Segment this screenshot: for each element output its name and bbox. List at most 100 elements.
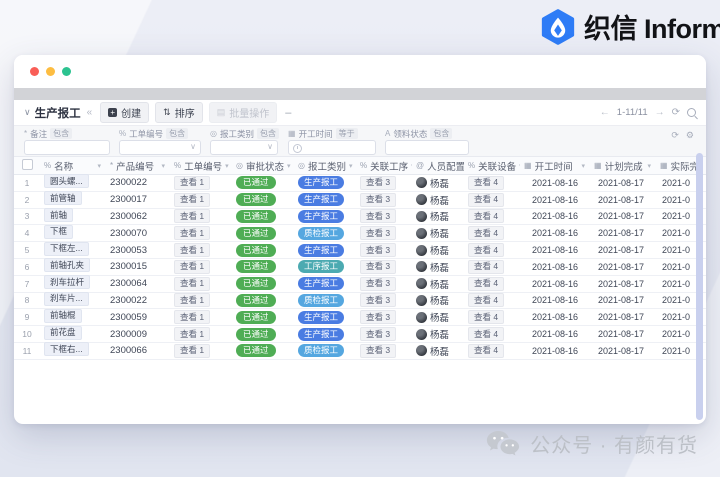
view-workorder-button[interactable]: 查看 1 xyxy=(174,226,211,241)
view-process-button[interactable]: 查看 3 xyxy=(360,259,397,274)
filter-input[interactable]: ∨ xyxy=(288,140,376,155)
view-equipment-button[interactable]: 查看 4 xyxy=(468,209,505,224)
chevron-down-icon[interactable]: ▾ xyxy=(225,162,229,170)
filter-input[interactable]: ∨ xyxy=(210,140,278,155)
next-page-button[interactable]: → xyxy=(655,107,665,118)
view-title[interactable]: 生产报工 xyxy=(35,105,81,121)
table-row[interactable]: 7 刹车拉杆 2300064 查看 1 已通过 生产报工 查看 3 杨磊 查看 … xyxy=(14,275,706,293)
name-tag[interactable]: 前轴孔夹 xyxy=(44,258,91,273)
view-workorder-button[interactable]: 查看 1 xyxy=(174,175,211,190)
column-header[interactable]: ◎ 审批状态 ▾ xyxy=(232,159,294,173)
table-row[interactable]: 2 前管轴 2300017 查看 1 已通过 生产报工 查看 3 杨磊 查看 4… xyxy=(14,191,706,209)
name-tag[interactable]: 前管轴 xyxy=(44,191,82,206)
table-row[interactable]: 9 前轴棍 2300059 查看 1 已通过 生产报工 查看 3 杨磊 查看 4… xyxy=(14,308,706,327)
chevron-down-icon[interactable]: ▾ xyxy=(349,162,353,170)
chevron-down-icon[interactable]: ▾ xyxy=(97,162,101,170)
filter-operator-tag[interactable]: 包含 xyxy=(257,128,279,139)
chevron-down-icon[interactable]: ▾ xyxy=(161,162,165,170)
chevron-down-icon[interactable]: ▾ xyxy=(581,162,585,170)
column-header[interactable]: @ 人员配置 ▾ xyxy=(412,159,464,173)
close-window-button[interactable] xyxy=(30,67,39,76)
table-row[interactable]: 3 前轴 2300062 查看 1 已通过 生产报工 查看 3 杨磊 查看 4 … xyxy=(14,208,706,226)
column-header[interactable]: ▦ 计划完成 ▾ xyxy=(590,159,656,173)
view-process-button[interactable]: 查看 3 xyxy=(360,192,397,207)
select-all-checkbox[interactable] xyxy=(21,158,33,170)
view-equipment-button[interactable]: 查看 4 xyxy=(468,276,505,291)
maximize-window-button[interactable] xyxy=(62,67,71,76)
view-workorder-button[interactable]: 查看 1 xyxy=(174,259,211,274)
name-tag[interactable]: 刹车拉杆 xyxy=(44,275,91,290)
filter-input[interactable]: ∨ xyxy=(119,140,201,155)
view-equipment-button[interactable]: 查看 4 xyxy=(468,293,505,308)
view-equipment-button[interactable]: 查看 4 xyxy=(468,226,505,241)
table-row[interactable]: 5 下框左... 2300053 查看 1 已通过 生产报工 查看 3 杨磊 查… xyxy=(14,241,706,259)
chevron-down-icon[interactable]: ▾ xyxy=(647,162,651,170)
column-header[interactable]: % 名称 ▾ xyxy=(40,159,106,173)
filter-operator-tag[interactable]: 包含 xyxy=(50,128,73,139)
view-process-button[interactable]: 查看 3 xyxy=(360,243,397,258)
filter-input[interactable]: ∨ xyxy=(385,140,469,155)
name-tag[interactable]: 圆头螺... xyxy=(44,174,89,189)
view-equipment-button[interactable]: 查看 4 xyxy=(468,310,505,325)
name-tag[interactable]: 下框左... xyxy=(44,241,89,256)
view-equipment-button[interactable]: 查看 4 xyxy=(468,343,505,358)
view-equipment-button[interactable]: 查看 4 xyxy=(468,243,505,258)
table-row[interactable]: 11 下框右... 2300066 查看 1 已通过 质检报工 查看 3 杨磊 … xyxy=(14,342,706,360)
batch-actions-button[interactable]: ▤ 批量操作 xyxy=(208,102,278,123)
vertical-scrollbar[interactable] xyxy=(696,153,703,420)
more-menu[interactable]: – xyxy=(285,107,291,119)
view-workorder-button[interactable]: 查看 1 xyxy=(174,343,211,358)
view-workorder-button[interactable]: 查看 1 xyxy=(174,209,211,224)
name-tag[interactable]: 前轴棍 xyxy=(44,308,82,323)
column-header[interactable]: % 关联设备 ▾ xyxy=(464,159,520,173)
minimize-window-button[interactable] xyxy=(46,67,55,76)
table-row[interactable]: 1 圆头螺... 2300022 查看 1 已通过 生产报工 查看 3 杨磊 查… xyxy=(14,174,706,192)
chevron-down-icon[interactable]: ▾ xyxy=(287,162,291,170)
table-row[interactable]: 10 前花盘 2300009 查看 1 已通过 生产报工 查看 3 杨磊 查看 … xyxy=(14,325,706,343)
table-row[interactable]: 4 下框 2300070 查看 1 已通过 质检报工 查看 3 杨磊 查看 4 … xyxy=(14,224,706,243)
view-process-button[interactable]: 查看 3 xyxy=(360,175,397,190)
name-tag[interactable]: 下框 xyxy=(44,224,74,239)
search-icon[interactable] xyxy=(687,108,696,117)
view-equipment-button[interactable]: 查看 4 xyxy=(468,192,505,207)
filter-operator-tag[interactable]: 包含 xyxy=(430,128,453,139)
view-workorder-button[interactable]: 查看 1 xyxy=(174,192,211,207)
name-tag[interactable]: 前花盘 xyxy=(44,325,82,340)
filter-operator-tag[interactable]: 等于 xyxy=(335,128,358,139)
prev-page-button[interactable]: ← xyxy=(600,107,610,118)
table-row[interactable]: 6 前轴孔夹 2300015 查看 1 已通过 工序报工 查看 3 杨磊 查看 … xyxy=(14,258,706,276)
view-workorder-button[interactable]: 查看 1 xyxy=(174,327,211,342)
create-button[interactable]: + 创建 xyxy=(100,102,150,123)
name-tag[interactable]: 刹车片... xyxy=(44,291,89,306)
view-process-button[interactable]: 查看 3 xyxy=(360,276,397,291)
view-process-button[interactable]: 查看 3 xyxy=(360,293,397,308)
chevron-down-icon[interactable]: ∨ xyxy=(24,107,31,118)
filter-operator-tag[interactable]: 包含 xyxy=(166,128,189,139)
view-equipment-button[interactable]: 查看 4 xyxy=(468,259,505,274)
refresh-filters-icon[interactable]: ⟳ xyxy=(671,130,679,141)
view-process-button[interactable]: 查看 3 xyxy=(360,310,397,325)
column-header[interactable]: * 产品编号 ▾ xyxy=(106,159,170,173)
view-workorder-button[interactable]: 查看 1 xyxy=(174,276,211,291)
view-equipment-button[interactable]: 查看 4 xyxy=(468,175,505,190)
refresh-icon[interactable]: ⟳ xyxy=(672,107,680,118)
share-icon[interactable]: « xyxy=(87,107,93,118)
filter-input[interactable]: ∨ xyxy=(24,140,110,155)
column-header[interactable]: ▦ 开工时间 ▾ xyxy=(520,159,590,173)
view-equipment-button[interactable]: 查看 4 xyxy=(468,327,505,342)
view-workorder-button[interactable]: 查看 1 xyxy=(174,310,211,325)
filter-settings-icon[interactable]: ⚙ xyxy=(686,130,694,141)
view-process-button[interactable]: 查看 3 xyxy=(360,226,397,241)
sort-button[interactable]: ⇅ 排序 xyxy=(155,102,203,123)
name-tag[interactable]: 下框右... xyxy=(44,342,89,357)
name-tag[interactable]: 前轴 xyxy=(44,208,74,222)
view-process-button[interactable]: 查看 3 xyxy=(360,343,397,358)
column-header[interactable]: % 工单编号 ▾ xyxy=(170,159,232,173)
view-process-button[interactable]: 查看 3 xyxy=(360,209,397,224)
column-header[interactable]: ◎ 报工类别 ▾ xyxy=(294,159,356,173)
table-row[interactable]: 8 刹车片... 2300022 查看 1 已通过 质检报工 查看 3 杨磊 查… xyxy=(14,291,706,310)
column-header[interactable]: % 关联工序 ▾ xyxy=(356,159,412,173)
view-process-button[interactable]: 查看 3 xyxy=(360,327,397,342)
view-workorder-button[interactable]: 查看 1 xyxy=(174,243,211,258)
view-workorder-button[interactable]: 查看 1 xyxy=(174,293,211,308)
